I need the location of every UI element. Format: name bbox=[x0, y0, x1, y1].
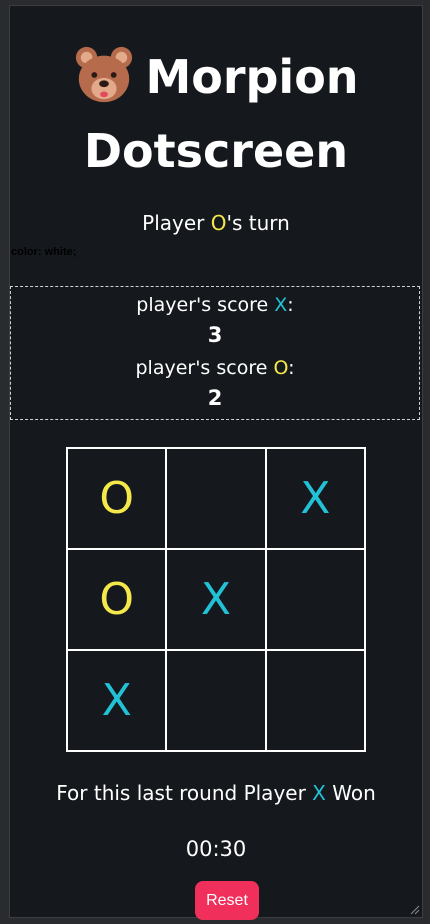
score-x-label: player's score X: bbox=[11, 290, 419, 320]
score-o-label: player's score O: bbox=[11, 353, 419, 383]
round-result: For this last round Player X Won bbox=[10, 781, 422, 805]
game-window: Morpion Dotscreen Player O's turn color:… bbox=[9, 5, 423, 920]
score-x-colon: : bbox=[287, 294, 294, 316]
board-cell-2-1[interactable] bbox=[166, 650, 266, 751]
title-line-1: Morpion bbox=[145, 50, 359, 104]
score-panel: player's score X: 3 player's score O: 2 bbox=[10, 286, 420, 420]
score-o-label-text: player's score bbox=[135, 357, 274, 379]
board-cell-0-0[interactable]: O bbox=[67, 448, 167, 549]
board-cell-0-1[interactable] bbox=[166, 448, 266, 549]
board-cell-2-0[interactable]: X bbox=[67, 650, 167, 751]
score-x-label-text: player's score bbox=[136, 294, 275, 316]
board-cell-1-1[interactable]: X bbox=[166, 549, 266, 650]
score-o-value: 2 bbox=[207, 386, 223, 410]
result-suffix: Won bbox=[325, 781, 376, 805]
result-prefix: For this last round Player bbox=[56, 781, 313, 805]
turn-indicator: Player O's turn bbox=[10, 211, 422, 235]
turn-suffix: 's turn bbox=[226, 211, 290, 235]
title-line-2: Dotscreen bbox=[83, 124, 349, 178]
score-o-colon: : bbox=[288, 357, 295, 379]
bear-face-icon bbox=[73, 44, 135, 106]
board-cell-1-2[interactable] bbox=[265, 549, 365, 650]
board-cell-1-0[interactable]: O bbox=[67, 549, 167, 650]
turn-prefix: Player bbox=[142, 211, 211, 235]
resize-handle-icon[interactable] bbox=[408, 903, 420, 915]
board-cell-2-2[interactable] bbox=[265, 650, 365, 751]
reset-button[interactable]: Reset bbox=[195, 881, 259, 920]
result-symbol: X bbox=[312, 781, 326, 805]
timer: 00:30 bbox=[185, 837, 247, 861]
stray-css-text: color: white; bbox=[11, 246, 77, 258]
page-title: Morpion Dotscreen bbox=[10, 40, 422, 188]
score-x-value: 3 bbox=[207, 323, 223, 347]
board-cell-0-2[interactable]: X bbox=[265, 448, 365, 549]
game-board: O X O X X bbox=[66, 447, 366, 752]
score-x-symbol: X bbox=[274, 294, 288, 316]
turn-symbol: O bbox=[210, 211, 227, 235]
score-o-symbol: O bbox=[273, 357, 289, 379]
